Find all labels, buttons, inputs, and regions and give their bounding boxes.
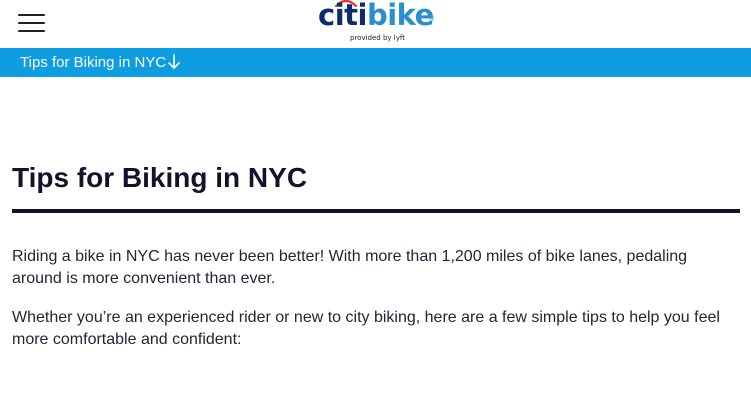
page-title: Tips for Biking in NYC bbox=[12, 162, 308, 193]
section-jump-bar[interactable]: Tips for Biking in NYC bbox=[0, 48, 751, 77]
logo-registered-mark: ® bbox=[429, 16, 435, 23]
logo-bike-text: bike bbox=[366, 0, 434, 32]
hamburger-line bbox=[18, 22, 45, 24]
logo-tagline: provided by lyft bbox=[350, 34, 405, 42]
hamburger-line bbox=[18, 14, 45, 16]
intro-paragraph: Riding a bike in NYC has never been bett… bbox=[12, 248, 688, 287]
hamburger-menu-icon[interactable] bbox=[18, 13, 45, 33]
logo-citi-text: citi bbox=[318, 0, 367, 32]
hamburger-line bbox=[18, 30, 45, 32]
tips-intro-paragraph: Whether you’re an experienced rider or n… bbox=[12, 309, 720, 348]
citibike-logo[interactable]: citibike ® provided by lyft bbox=[318, 0, 438, 48]
site-header: citibike ® provided by lyft bbox=[0, 0, 751, 48]
section-jump-label[interactable]: Tips for Biking in NYC bbox=[20, 54, 166, 71]
arrow-down-icon[interactable] bbox=[168, 54, 180, 70]
title-divider bbox=[12, 209, 740, 213]
logo-wordmark: citibike bbox=[318, 0, 434, 33]
